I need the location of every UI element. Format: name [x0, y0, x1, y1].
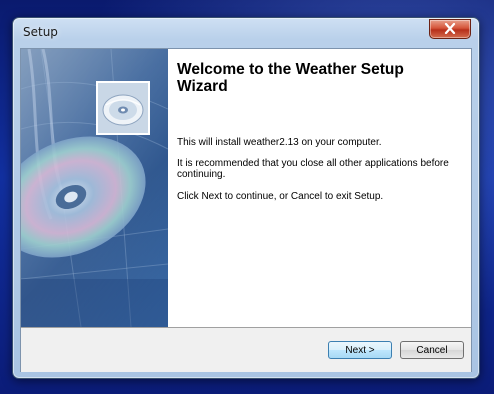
title-bar[interactable]: Setup [13, 18, 479, 48]
button-bar: Next > Cancel [21, 327, 471, 372]
wizard-content: Welcome to the Weather Setup Wizard This… [168, 49, 471, 327]
next-button[interactable]: Next > [328, 341, 392, 359]
setup-window: Setup Welcome to the Weather Setup Wizar… [12, 17, 480, 379]
close-apps-message: It is recommended that you close all oth… [177, 158, 449, 180]
wizard-side-image [21, 49, 168, 327]
install-message: This will install weather2.13 on your co… [177, 137, 382, 148]
dialog-client-area: Welcome to the Weather Setup Wizard This… [20, 48, 472, 372]
cancel-button[interactable]: Cancel [400, 341, 464, 359]
close-icon [444, 23, 456, 34]
window-title: Setup [23, 25, 58, 39]
next-cancel-message: Click Next to continue, or Cancel to exi… [177, 191, 384, 202]
cd-icon [96, 81, 150, 135]
wizard-heading: Welcome to the Weather Setup Wizard [177, 61, 404, 95]
close-button[interactable] [429, 19, 471, 39]
